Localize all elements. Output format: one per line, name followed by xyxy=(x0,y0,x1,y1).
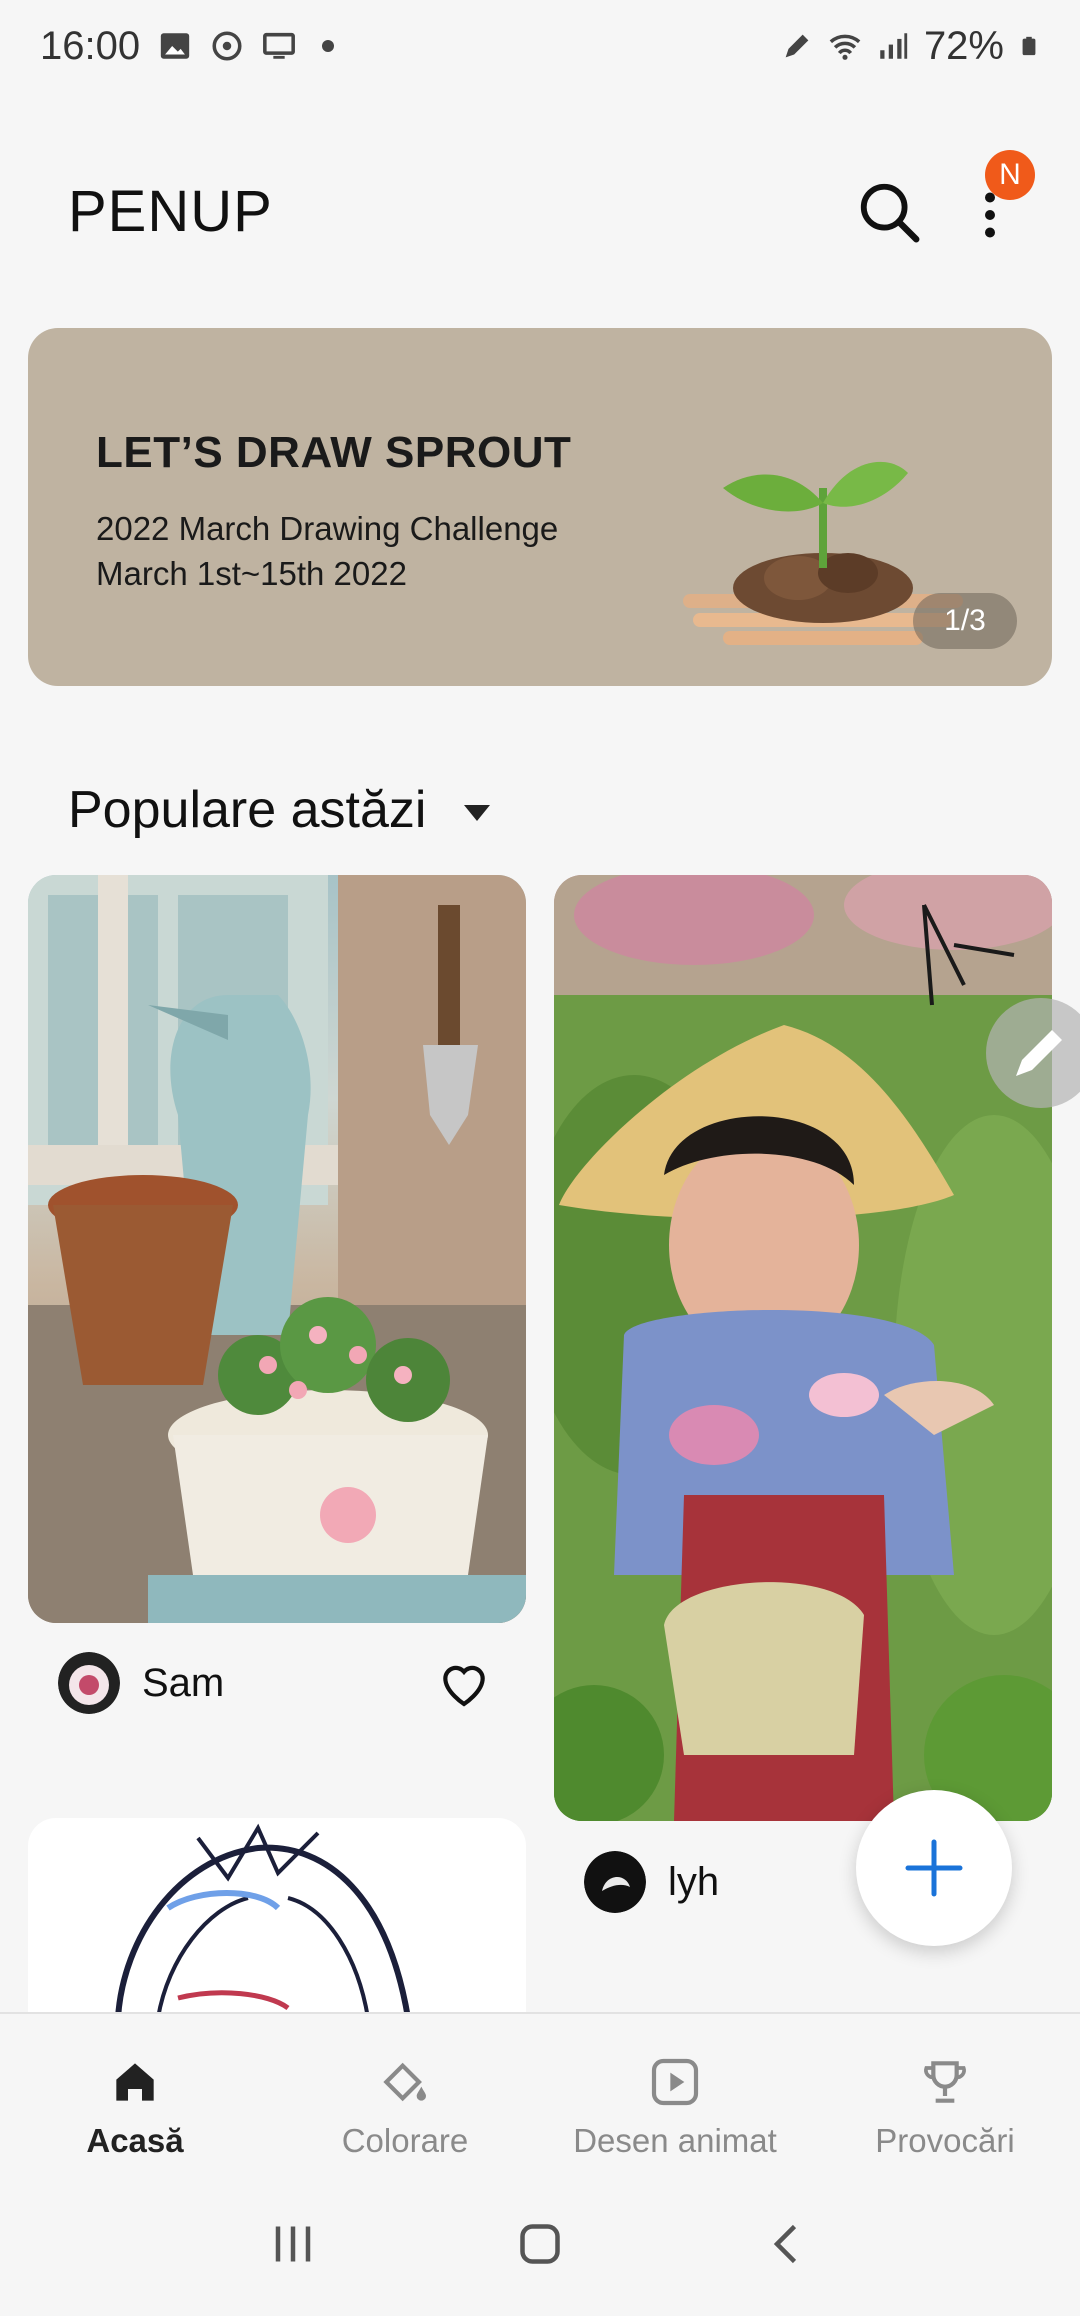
anime-sketch xyxy=(115,1823,411,2018)
artwork-card-pitcher[interactable] xyxy=(28,875,526,1623)
nav-label: Provocări xyxy=(875,2122,1015,2159)
recents-icon[interactable] xyxy=(263,2214,323,2274)
nav-label: Acasă xyxy=(86,2122,184,2159)
vpn-icon xyxy=(212,31,242,61)
challenge-banner[interactable]: LET’S DRAW SPROUT 2022 March Drawing Cha… xyxy=(28,328,1052,686)
system-navigation-bar xyxy=(0,2172,1080,2316)
nav-label: Colorare xyxy=(341,2122,469,2159)
nav-item-challenges[interactable]: Provocări xyxy=(810,2014,1080,2172)
search-icon[interactable] xyxy=(855,178,925,248)
page-indicator: 1/3 xyxy=(913,593,1017,649)
avatar xyxy=(584,1851,646,1913)
signal-icon xyxy=(880,33,908,59)
battery-percent: 72% xyxy=(923,23,1004,68)
heart-icon[interactable] xyxy=(434,1655,494,1711)
battery-icon xyxy=(1022,36,1036,56)
status-bar: 16:00 72% xyxy=(0,0,1080,92)
author-name: Sam xyxy=(142,1660,225,1705)
author-row-lyh[interactable]: lyh xyxy=(584,1851,719,1913)
banner-subtitle-line1: 2022 March Drawing Challenge xyxy=(96,510,559,547)
banner-subtitle-line2: March 1st~15th 2022 xyxy=(96,555,407,592)
app-bar: PENUP N xyxy=(0,150,1080,280)
artwork-card-anime[interactable] xyxy=(28,1818,526,2018)
wifi-icon xyxy=(829,34,861,60)
nav-label: Desen animat xyxy=(573,2122,777,2159)
author-row-sam[interactable]: Sam xyxy=(58,1652,224,1714)
nav-item-animation[interactable]: Desen animat xyxy=(540,2014,810,2172)
home-icon xyxy=(116,2063,154,2101)
add-artwork-button[interactable] xyxy=(856,1790,1012,1946)
notification-badge: N xyxy=(985,150,1035,200)
pitcher-and-flowers-painting xyxy=(28,875,526,1623)
dropdown-arrow-icon xyxy=(464,805,491,821)
paint-bucket-icon xyxy=(383,2062,426,2102)
app-title: PENUP xyxy=(68,179,273,244)
dot-icon xyxy=(322,40,335,52)
pencil-icon xyxy=(1016,1030,1062,1076)
image-icon xyxy=(160,33,190,59)
banner-title: LET’S DRAW SPROUT xyxy=(96,428,572,477)
avatar xyxy=(58,1652,120,1714)
section-title: Populare astăzi xyxy=(68,781,427,839)
girl-picking-tea-painting xyxy=(554,875,1052,1821)
pen-icon xyxy=(785,34,809,58)
banner-subtitle: 2022 March Drawing Challenge March 1st~1… xyxy=(96,506,558,596)
edit-fab[interactable] xyxy=(986,998,1080,1108)
nav-item-home[interactable]: Acasă xyxy=(0,2014,270,2172)
home-button-icon[interactable] xyxy=(510,2214,570,2274)
back-icon[interactable] xyxy=(757,2214,817,2274)
artwork-card-tea-girl[interactable] xyxy=(554,875,1052,1821)
status-time: 16:00 xyxy=(40,23,141,68)
section-sort-dropdown[interactable]: Populare astăzi xyxy=(68,780,491,840)
author-name: lyh xyxy=(668,1859,720,1904)
play-icon xyxy=(651,2058,699,2106)
bottom-navigation: Acasă Colorare Desen animat Provocări xyxy=(0,2012,1080,2172)
trophy-icon xyxy=(924,2061,966,2103)
plus-icon xyxy=(905,1839,963,1897)
cast-icon xyxy=(263,32,296,59)
nav-item-coloring[interactable]: Colorare xyxy=(270,2014,540,2172)
